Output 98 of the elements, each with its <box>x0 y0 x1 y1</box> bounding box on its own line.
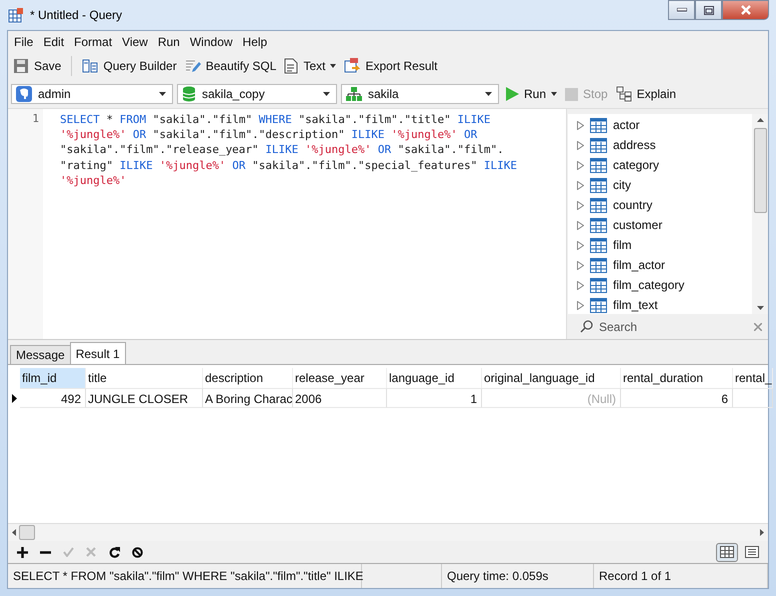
table-icon <box>590 238 607 252</box>
scroll-right-icon[interactable] <box>760 529 764 536</box>
caret-icon <box>323 92 330 96</box>
form-view-icon <box>745 546 759 558</box>
current-row-icon <box>12 394 16 402</box>
maximize-button[interactable] <box>695 0 722 20</box>
table-cell: 492 <box>20 388 86 408</box>
table-icon <box>590 278 607 292</box>
minimize-icon <box>676 8 686 12</box>
table-cell: 6 <box>621 388 733 408</box>
table-item[interactable]: country <box>568 195 752 215</box>
menu-item[interactable]: Help <box>238 34 272 48</box>
play-icon <box>505 87 519 101</box>
column-header[interactable]: film_id <box>20 368 86 388</box>
result-tab[interactable]: Message <box>10 345 71 364</box>
column-header[interactable]: original_language_id <box>482 368 621 388</box>
table-cell: JUNGLE CLOSER <box>86 388 203 408</box>
toolbar-button[interactable]: Export Result <box>342 58 440 74</box>
table-icon <box>590 218 607 232</box>
column-header[interactable]: language_id <box>387 368 482 388</box>
scrollbar-thumb[interactable] <box>19 525 35 540</box>
table-icon <box>590 138 607 152</box>
search-icon <box>580 320 593 333</box>
table-cell: 2006 <box>293 388 387 408</box>
column-header[interactable]: rental_ <box>733 368 773 388</box>
table-item[interactable]: category <box>568 155 752 175</box>
table-cell: 1 <box>387 388 482 408</box>
status-sql: SELECT * FROM "sakila"."film" WHERE "sakila"."film"."title" ILIKE <box>8 564 362 588</box>
plus-icon <box>16 546 28 558</box>
line-number: 1 <box>32 112 39 125</box>
run-button[interactable]: Run <box>503 87 560 101</box>
table-cell: (Null) <box>482 388 621 408</box>
stop-icon <box>132 546 142 558</box>
toolbar-button[interactable]: Query Builder <box>80 58 179 74</box>
connection-dropdown[interactable]: admin <box>11 84 173 104</box>
scroll-up-icon[interactable] <box>756 118 764 122</box>
column-header[interactable]: title <box>86 368 203 388</box>
menu-item[interactable]: Edit <box>38 34 70 48</box>
query-builder-icon <box>82 58 98 74</box>
column-header[interactable]: rental_duration <box>621 368 733 388</box>
table-icon <box>590 198 607 212</box>
caret-icon <box>159 92 166 96</box>
menu-item[interactable]: Format <box>69 34 118 48</box>
maximize-icon <box>704 6 714 14</box>
table-cell: A Boring Charac <box>203 388 293 408</box>
minus-icon <box>40 550 50 554</box>
table-item[interactable]: actor <box>568 115 752 135</box>
table-icon <box>590 118 607 132</box>
toolbar-button[interactable]: Text <box>282 58 338 74</box>
table-item[interactable]: film_text <box>568 295 752 314</box>
table-icon <box>590 158 607 172</box>
cross-icon <box>86 547 96 557</box>
column-header[interactable]: release_year <box>293 368 387 388</box>
record-count: Record 1 of 1 <box>594 564 768 588</box>
scroll-down-icon[interactable] <box>756 306 764 310</box>
table-item[interactable]: address <box>568 135 752 155</box>
export-icon <box>344 58 360 74</box>
caret-icon <box>551 92 558 96</box>
stop-icon <box>565 88 578 100</box>
pencil-icon <box>184 58 201 74</box>
close-button[interactable] <box>722 0 769 20</box>
document-icon <box>284 58 298 74</box>
table-item[interactable]: film_category <box>568 275 752 295</box>
table-icon <box>590 178 607 192</box>
menu-item[interactable]: Window <box>184 34 238 48</box>
check-icon <box>62 547 74 557</box>
horizontal-scrollbar[interactable] <box>8 523 768 541</box>
explain-button[interactable]: Explain <box>614 86 678 102</box>
toolbar-button[interactable]: Beautify SQL <box>182 58 278 74</box>
scrollbar-thumb[interactable] <box>754 128 766 213</box>
table-item[interactable]: city <box>568 175 752 195</box>
table-item[interactable]: customer <box>568 215 752 235</box>
toolbar-button[interactable]: Save <box>11 58 64 74</box>
menu-item[interactable]: Run <box>152 34 185 48</box>
database-icon <box>182 86 196 102</box>
menu-item[interactable]: File <box>9 34 38 48</box>
window-title: * Untitled - Query <box>30 8 122 22</box>
schema-icon <box>346 86 362 102</box>
scroll-left-icon[interactable] <box>12 529 16 536</box>
explain-icon <box>616 86 632 102</box>
view-toggle[interactable] <box>716 542 738 562</box>
table-item[interactable]: film_actor <box>568 255 752 275</box>
connection-dropdown[interactable]: sakila_copy <box>177 84 337 104</box>
table-item[interactable]: film <box>568 235 752 255</box>
table-icon <box>590 258 607 272</box>
close-icon <box>740 5 752 15</box>
result-tab[interactable]: Result 1 <box>70 342 126 364</box>
caret-icon <box>330 64 336 68</box>
column-header[interactable]: description <box>203 368 293 388</box>
minimize-button[interactable] <box>668 0 695 20</box>
search-field[interactable]: Search <box>597 318 750 334</box>
query-time: Query time: 0.059s <box>442 564 594 588</box>
menu-item[interactable]: View <box>117 34 153 48</box>
connection-dropdown[interactable]: sakila <box>341 84 499 104</box>
caret-icon <box>485 92 492 96</box>
app-icon <box>8 7 24 23</box>
refresh-icon <box>108 546 120 558</box>
grid-view-icon <box>720 546 734 558</box>
